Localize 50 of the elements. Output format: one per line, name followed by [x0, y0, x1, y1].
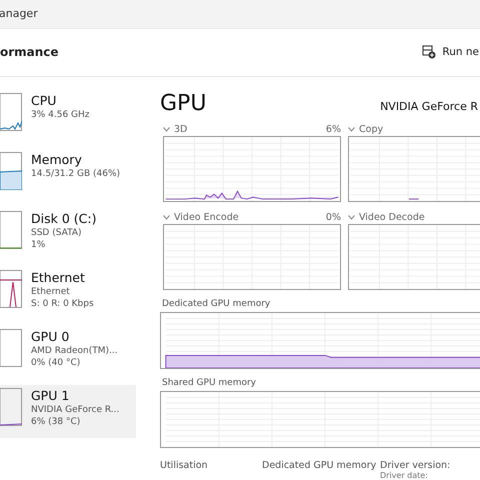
- stat-label: Driver version:: [380, 460, 452, 471]
- item-name: CPU: [31, 93, 58, 109]
- sidebar-item[interactable]: GPU 1 NVIDIA GeForce R... 6% (38 °C): [0, 385, 136, 438]
- section-title: GPU: [160, 91, 206, 116]
- chevron-icon: [163, 214, 170, 220]
- item-detail: 3% 4.56 GHz: [31, 109, 90, 121]
- item-detail: 0% (40 °C): [31, 357, 82, 369]
- thumbnail-graph: [0, 270, 22, 308]
- item-name: Ethernet: [31, 270, 86, 286]
- thumbnail-graph: [0, 388, 22, 426]
- stat-label: Utilisation: [160, 460, 209, 471]
- item-detail: AMD Radeon(TM)...: [31, 345, 118, 357]
- item-detail: 6% (38 °C): [31, 416, 82, 428]
- item-name: Memory: [31, 152, 83, 168]
- engine-value: 0%: [326, 212, 341, 222]
- thumbnail-graph: [0, 152, 22, 190]
- thumbnail-graph: [0, 329, 22, 367]
- item-name: Disk 0 (C:): [31, 211, 96, 227]
- thumbnail-graph: [0, 93, 22, 131]
- item-detail: Ethernet: [31, 286, 71, 298]
- sidebar-item[interactable]: CPU 3% 4.56 GHz: [0, 90, 136, 143]
- item-name: GPU 1: [31, 388, 70, 404]
- run-task-button[interactable]: Run ne: [422, 45, 479, 60]
- engine-label[interactable]: Copy: [359, 124, 384, 134]
- sidebar-item[interactable]: Memory 14.5/31.2 GB (46%): [0, 149, 136, 202]
- item-detail: NVIDIA GeForce R...: [31, 404, 120, 416]
- sidebar-item[interactable]: Disk 0 (C:) SSD (SATA) 1%: [0, 208, 136, 261]
- new-task-icon: [422, 45, 436, 60]
- thumbnail-graph: [0, 211, 22, 249]
- item-detail: S: 0 R: 0 Kbps: [31, 298, 94, 310]
- chevron-icon: [348, 214, 355, 220]
- sidebar-item[interactable]: GPU 0 AMD Radeon(TM)... 0% (40 °C): [0, 326, 136, 379]
- sidebar-item[interactable]: Ethernet Ethernet S: 0 R: 0 Kbps: [0, 267, 136, 320]
- engine-label[interactable]: Video Decode: [359, 212, 425, 222]
- chevron-icon: [163, 126, 170, 132]
- item-detail: 1%: [31, 239, 46, 251]
- engine-value: 6%: [326, 124, 341, 134]
- engine-label[interactable]: Video Encode: [174, 212, 239, 222]
- graph-label: Dedicated GPU memory: [162, 299, 272, 309]
- stat-label: Dedicated GPU memory: [262, 460, 378, 471]
- graph-label: Shared GPU memory: [162, 378, 257, 388]
- chevron-icon: [348, 126, 355, 132]
- stat-label: Driver date:: [380, 471, 429, 480]
- page-title: ormance: [0, 45, 59, 60]
- engine-label[interactable]: 3D: [174, 124, 188, 134]
- item-detail: 14.5/31.2 GB (46%): [31, 168, 120, 180]
- item-name: GPU 0: [31, 329, 70, 345]
- item-detail: SSD (SATA): [31, 227, 83, 239]
- device-name: NVIDIA GeForce R: [380, 100, 478, 113]
- window-title: anager: [0, 7, 38, 20]
